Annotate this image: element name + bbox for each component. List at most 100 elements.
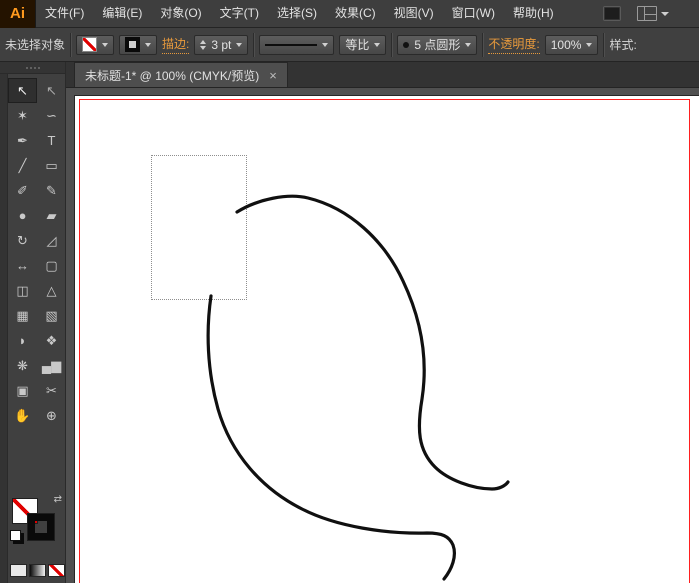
brush-stroke-right[interactable] xyxy=(235,194,510,491)
artboard-tool[interactable]: ▣ xyxy=(8,378,37,403)
direct-selection-tool[interactable]: ↖ xyxy=(37,78,66,103)
slice-tool-icon: ✂ xyxy=(46,382,57,398)
menu-view[interactable]: 视图(V) xyxy=(385,0,443,27)
free-transform-tool[interactable]: ▢ xyxy=(37,253,66,278)
magic-wand-tool[interactable]: ✶ xyxy=(8,103,37,128)
zoom-tool[interactable]: ⊕ xyxy=(37,403,66,428)
stroke-color-picker[interactable] xyxy=(119,34,158,55)
close-icon[interactable]: × xyxy=(269,69,277,82)
paintbrush-tool[interactable]: ✐ xyxy=(8,178,37,203)
artwork-layer xyxy=(206,194,510,581)
divider xyxy=(253,32,255,57)
pasteboard[interactable] xyxy=(66,88,699,583)
mesh-tool-icon: ▦ xyxy=(16,307,29,323)
document-tab[interactable]: 未标题-1* @ 100% (CMYK/预览) × xyxy=(74,62,288,87)
default-fill-stroke-icon[interactable] xyxy=(10,530,21,541)
width-profile-icon xyxy=(265,43,318,46)
hand-tool[interactable]: ✋ xyxy=(8,403,37,428)
stroke-swatch[interactable] xyxy=(27,513,55,541)
zoom-tool-icon: ⊕ xyxy=(46,407,57,423)
uniform-select[interactable]: 等比 xyxy=(339,34,387,55)
perspective-grid-tool-icon: △ xyxy=(46,282,57,298)
chevron-down-icon xyxy=(661,11,669,16)
eyedropper-tool-icon: ◗ xyxy=(18,333,27,348)
color-mode-button[interactable] xyxy=(10,564,27,577)
blend-tool[interactable]: ❖ xyxy=(37,328,66,353)
pen-tool[interactable]: ✒ xyxy=(8,128,37,153)
brush-stroke-left[interactable] xyxy=(206,294,457,581)
fill-none-swatch-icon xyxy=(82,37,98,52)
fill-color-picker[interactable] xyxy=(76,34,115,55)
brush-value: 5 点圆形 xyxy=(414,38,461,52)
bridge-icon[interactable] xyxy=(603,6,621,21)
divider xyxy=(603,32,605,57)
rectangle-tool[interactable]: ▭ xyxy=(37,153,66,178)
swap-fill-stroke-icon[interactable]: ⇄ xyxy=(54,494,62,505)
eraser-tool[interactable]: ▰ xyxy=(37,203,66,228)
chevron-down-icon xyxy=(586,42,593,47)
width-profile-select[interactable] xyxy=(259,34,335,55)
drag-dots-icon xyxy=(25,66,40,69)
gradient-tool-icon: ▧ xyxy=(45,307,58,323)
mesh-tool[interactable]: ▦ xyxy=(8,303,37,328)
blend-tool-icon: ❖ xyxy=(45,332,58,348)
type-tool[interactable]: T xyxy=(37,128,66,153)
line-segment-tool[interactable]: ╱ xyxy=(8,153,37,178)
rotate-tool[interactable]: ↻ xyxy=(8,228,37,253)
pencil-tool-icon: ✎ xyxy=(46,182,57,198)
none-mode-button[interactable] xyxy=(48,564,65,577)
selection-tool[interactable]: ↖ xyxy=(8,78,37,103)
column-graph-tool-icon: ▄▆ xyxy=(41,357,62,373)
opacity-panel-link[interactable]: 不透明度: xyxy=(488,35,540,54)
menu-edit[interactable]: 编辑(E) xyxy=(93,0,151,27)
selection-tool-icon: ↖ xyxy=(17,82,28,98)
stroke-width-stepper[interactable] xyxy=(200,39,207,50)
menu-help[interactable]: 帮助(H) xyxy=(504,0,563,27)
menu-window[interactable]: 窗口(W) xyxy=(443,0,504,27)
app-logo: Ai xyxy=(0,0,36,28)
column-graph-tool[interactable]: ▄▆ xyxy=(37,353,66,378)
shape-builder-tool[interactable]: ◫ xyxy=(8,278,37,303)
hand-tool-icon: ✋ xyxy=(14,407,31,423)
chevron-down-icon xyxy=(322,42,329,47)
control-bar: 未选择对象 描边: 3 pt 等比 5 点圆形 不透明度: 100% 样式: xyxy=(0,28,699,62)
eyedropper-tool[interactable]: ◗ xyxy=(8,328,37,353)
lasso-tool[interactable]: ∽ xyxy=(37,103,66,128)
chevron-down-icon xyxy=(465,42,472,47)
slice-tool[interactable]: ✂ xyxy=(37,378,66,403)
selection-status: 未选择对象 xyxy=(5,38,66,52)
menu-select[interactable]: 选择(S) xyxy=(268,0,326,27)
perspective-grid-tool[interactable]: △ xyxy=(37,278,66,303)
menu-file[interactable]: 文件(F) xyxy=(36,0,93,27)
stroke-panel-link[interactable]: 描边: xyxy=(162,35,190,54)
menubar: Ai 文件(F) 编辑(E) 对象(O) 文字(T) 选择(S) 效果(C) 视… xyxy=(0,0,699,28)
toolbar-drag-handle[interactable] xyxy=(0,62,65,74)
lasso-tool-icon: ∽ xyxy=(46,107,57,123)
scale-tool[interactable]: ◿ xyxy=(37,228,66,253)
opacity-select[interactable]: 100% xyxy=(544,34,599,55)
menu-type[interactable]: 文字(T) xyxy=(211,0,268,27)
free-transform-tool-icon: ▢ xyxy=(45,257,58,273)
chevron-down-icon xyxy=(145,42,152,47)
pencil-tool[interactable]: ✎ xyxy=(37,178,66,203)
shape-builder-tool-icon: ◫ xyxy=(16,282,29,298)
brush-select[interactable]: 5 点圆形 xyxy=(397,34,478,55)
blob-brush-tool[interactable]: ● xyxy=(8,203,37,228)
stepper-up-icon xyxy=(200,39,207,44)
chevron-down-icon xyxy=(236,42,243,47)
divider xyxy=(70,32,72,57)
stroke-width-select[interactable]: 3 pt xyxy=(194,34,249,55)
paintbrush-tool-icon: ✐ xyxy=(17,182,28,198)
chevron-down-icon xyxy=(374,42,381,47)
chevron-down-icon xyxy=(102,42,109,47)
menu-effect[interactable]: 效果(C) xyxy=(326,0,385,27)
gradient-tool[interactable]: ▧ xyxy=(37,303,66,328)
gradient-mode-button[interactable] xyxy=(29,564,46,577)
width-tool[interactable]: ↔ xyxy=(8,253,37,278)
menu-object[interactable]: 对象(O) xyxy=(151,0,210,27)
symbol-sprayer-tool[interactable]: ❋ xyxy=(8,353,37,378)
scale-tool-icon: ◿ xyxy=(46,232,57,248)
workspace-switcher[interactable] xyxy=(637,6,669,21)
style-label: 样式: xyxy=(609,38,637,52)
symbol-sprayer-tool-icon: ❋ xyxy=(17,357,28,373)
